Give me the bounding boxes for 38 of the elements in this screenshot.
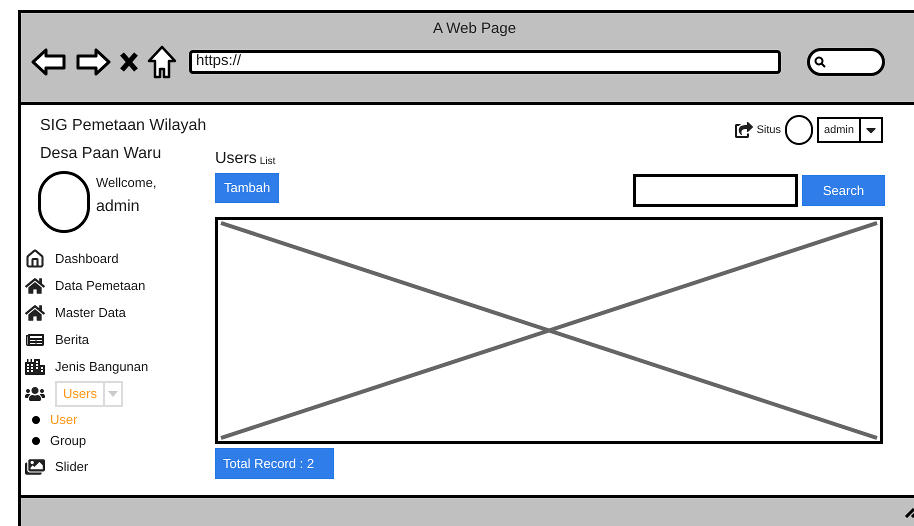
buildings-icon: [25, 356, 45, 376]
search-field[interactable]: [807, 48, 885, 76]
menu-item[interactable]: Dashboard: [55, 248, 119, 268]
search-icon: [814, 56, 826, 68]
site-link[interactable]: Situs: [756, 122, 782, 138]
home-icon: [25, 302, 45, 322]
menu-item[interactable]: Berita: [55, 330, 89, 350]
window-title: A Web Page: [432, 19, 516, 39]
address-field[interactable]: https://: [189, 50, 781, 74]
forward-icon[interactable]: [75, 46, 111, 76]
page-title: Users: [215, 149, 257, 169]
user-dropdown[interactable]: admin: [817, 117, 883, 143]
page-subtitle: List: [260, 155, 276, 169]
menu-item[interactable]: Master Data: [55, 302, 126, 322]
bullet-icon: [32, 416, 40, 424]
caret-icon: [108, 390, 118, 396]
app-title: Desa Paan Waru: [40, 144, 162, 164]
avatar: [785, 115, 814, 145]
avatar: [38, 171, 90, 233]
search-button[interactable]: Search: [802, 175, 885, 206]
menu-item[interactable]: Slider: [55, 456, 88, 476]
app-title: SIG Pemetaan Wilayah: [40, 116, 208, 136]
add-button[interactable]: Tambah: [215, 173, 280, 203]
total-record: Total Record : 2: [215, 448, 334, 479]
user-name: admin: [96, 196, 141, 216]
submenu-item[interactable]: Group: [50, 430, 86, 450]
greeting-text: Wellcome,: [96, 174, 156, 192]
menu-item[interactable]: Data Pemetaan: [55, 276, 146, 296]
close-icon[interactable]: [119, 50, 139, 72]
home-icon: [25, 248, 45, 268]
search-field[interactable]: [633, 174, 798, 207]
menu-item[interactable]: Jenis Bangunan: [55, 356, 148, 376]
bullet-icon: [32, 436, 40, 444]
images-icon: [25, 456, 45, 476]
share-icon: [734, 121, 753, 139]
back-icon[interactable]: [31, 46, 67, 76]
home-icon[interactable]: [147, 44, 177, 78]
home-icon: [25, 276, 45, 296]
